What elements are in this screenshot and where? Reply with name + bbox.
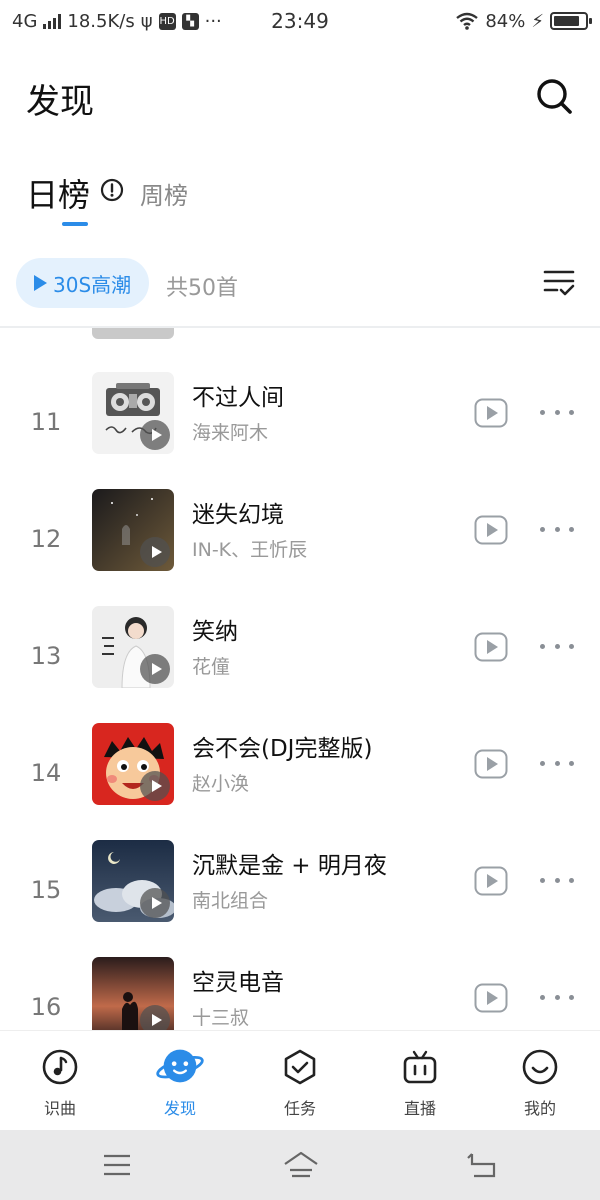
cover-play-icon[interactable] xyxy=(140,1005,170,1030)
song-count: 共50首 xyxy=(166,276,238,301)
active-tab-indicator xyxy=(62,222,88,226)
nav-label: 任务 xyxy=(283,1099,316,1118)
more-icon[interactable] xyxy=(540,995,574,1003)
play-icon[interactable] xyxy=(474,398,508,428)
hd-icon: HD xyxy=(158,12,176,30)
network-speed: 18.5K/s xyxy=(67,10,135,32)
song-rank: 16 xyxy=(30,993,62,1021)
play-icon[interactable] xyxy=(474,515,508,545)
battery-icon xyxy=(550,12,592,30)
more-icon[interactable] xyxy=(540,761,574,769)
play-icon[interactable] xyxy=(474,866,508,896)
song-artist: 花僮 xyxy=(192,656,231,678)
app-notification-icon: ▚ xyxy=(181,12,199,30)
song-rank: 12 xyxy=(30,525,62,553)
song-title: 笑纳 xyxy=(192,619,238,645)
nav-label: 直播 xyxy=(403,1099,436,1118)
play-icon[interactable] xyxy=(474,983,508,1013)
tv-icon xyxy=(403,1050,437,1084)
signal-icon xyxy=(43,13,62,29)
header: 发现 xyxy=(0,42,600,152)
song-artist: IN-K、王忻辰 xyxy=(192,539,308,561)
charging-icon: ⚡ xyxy=(531,10,544,32)
nav-item-recognize[interactable]: 识曲 xyxy=(0,1031,120,1131)
song-title: 沉默是金 + 明月夜 xyxy=(192,853,387,879)
song-title: 空灵电音 xyxy=(192,970,284,996)
back-icon[interactable] xyxy=(466,1150,500,1180)
status-bar: 4G 18.5K/s ψ HD ▚ ··· 23:49 84% ⚡ xyxy=(0,0,600,42)
cover-girl-portrait[interactable] xyxy=(92,606,174,688)
preview-30s-button[interactable]: 30S高潮 xyxy=(16,258,150,308)
cover-play-icon[interactable] xyxy=(140,537,170,567)
tab-daily[interactable]: 日榜 xyxy=(26,170,90,216)
play-icon[interactable] xyxy=(474,749,508,779)
status-right: 84% ⚡ xyxy=(455,10,592,32)
more-icon[interactable] xyxy=(540,878,574,886)
nav-label: 发现 xyxy=(163,1099,196,1118)
song-rank: 15 xyxy=(30,876,62,904)
planet-icon xyxy=(156,1049,204,1083)
song-rank: 11 xyxy=(30,408,62,436)
cover-play-icon[interactable] xyxy=(140,420,170,450)
network-type: 4G xyxy=(12,10,38,32)
song-row[interactable]: 12 迷失幻境 IN-K、王忻辰 xyxy=(0,489,600,606)
system-nav-bar xyxy=(0,1130,600,1200)
song-row[interactable]: 15 沉默是金 + 明月夜 南北组合 xyxy=(0,840,600,957)
sort-check-icon[interactable] xyxy=(542,266,576,300)
partial-cover-row-10 xyxy=(92,328,174,339)
chart-tabs: 日榜 周榜 xyxy=(0,160,600,240)
cover-play-icon[interactable] xyxy=(140,654,170,684)
smile-icon xyxy=(522,1049,558,1085)
more-notifications: ··· xyxy=(204,10,222,32)
song-list: 11 不过人间 海来阿木 12 迷失幻境 IN-K、王忻辰 13 笑纳 花僮 1… xyxy=(0,328,600,1030)
play-triangle-icon xyxy=(34,275,47,291)
play-icon[interactable] xyxy=(474,632,508,662)
info-icon[interactable] xyxy=(100,178,124,202)
home-icon[interactable] xyxy=(282,1150,320,1180)
music-note-icon xyxy=(42,1049,78,1085)
wifi-icon xyxy=(456,12,479,30)
more-icon[interactable] xyxy=(540,644,574,652)
song-row[interactable]: 16 空灵电音 十三叔 xyxy=(0,957,600,1030)
list-toolbar: 30S高潮 共50首 xyxy=(0,252,600,316)
song-row[interactable]: 11 不过人间 海来阿木 xyxy=(0,372,600,489)
song-row[interactable]: 13 笑纳 花僮 xyxy=(0,606,600,723)
nav-item-tasks[interactable]: 任务 xyxy=(240,1031,360,1131)
menu-icon[interactable] xyxy=(100,1150,134,1180)
song-title: 会不会(DJ完整版) xyxy=(192,736,373,762)
cover-play-icon[interactable] xyxy=(140,888,170,918)
battery-percent: 84% xyxy=(485,10,526,32)
nav-label: 识曲 xyxy=(43,1099,76,1118)
cover-clouds-moon[interactable] xyxy=(92,840,174,922)
page-title: 发现 xyxy=(26,82,94,122)
cover-cartoon-face[interactable] xyxy=(92,723,174,805)
status-left: 4G 18.5K/s ψ HD ▚ ··· xyxy=(12,11,222,32)
preview-label: 30S高潮 xyxy=(53,272,132,297)
usb-icon: ψ xyxy=(140,10,153,32)
song-rank: 14 xyxy=(30,759,62,787)
cover-boombox[interactable] xyxy=(92,372,174,454)
cover-dark-night[interactable] xyxy=(92,489,174,571)
more-icon[interactable] xyxy=(540,527,574,535)
nav-item-me[interactable]: 我的 xyxy=(480,1031,600,1131)
song-artist: 赵小涣 xyxy=(192,773,250,795)
song-artist: 海来阿木 xyxy=(192,422,269,444)
nav-item-discover[interactable]: 发现 xyxy=(120,1031,240,1131)
song-row[interactable]: 14 会不会(DJ完整版) 赵小涣 xyxy=(0,723,600,840)
status-time: 23:49 xyxy=(271,9,329,33)
more-icon[interactable] xyxy=(540,410,574,418)
bottom-nav: 识曲 发现 任务 直播 我的 xyxy=(0,1030,600,1130)
cover-sunset-silhouette[interactable] xyxy=(92,957,174,1030)
song-artist: 南北组合 xyxy=(192,890,269,912)
search-icon[interactable] xyxy=(534,76,574,116)
song-rank: 13 xyxy=(30,642,62,670)
tab-weekly[interactable]: 周榜 xyxy=(140,176,188,211)
song-title: 迷失幻境 xyxy=(192,502,284,528)
shield-check-icon xyxy=(284,1049,316,1085)
song-title: 不过人间 xyxy=(192,385,284,411)
cover-play-icon[interactable] xyxy=(140,771,170,801)
nav-item-live[interactable]: 直播 xyxy=(360,1031,480,1131)
song-artist: 十三叔 xyxy=(192,1007,250,1029)
nav-label: 我的 xyxy=(523,1099,556,1118)
